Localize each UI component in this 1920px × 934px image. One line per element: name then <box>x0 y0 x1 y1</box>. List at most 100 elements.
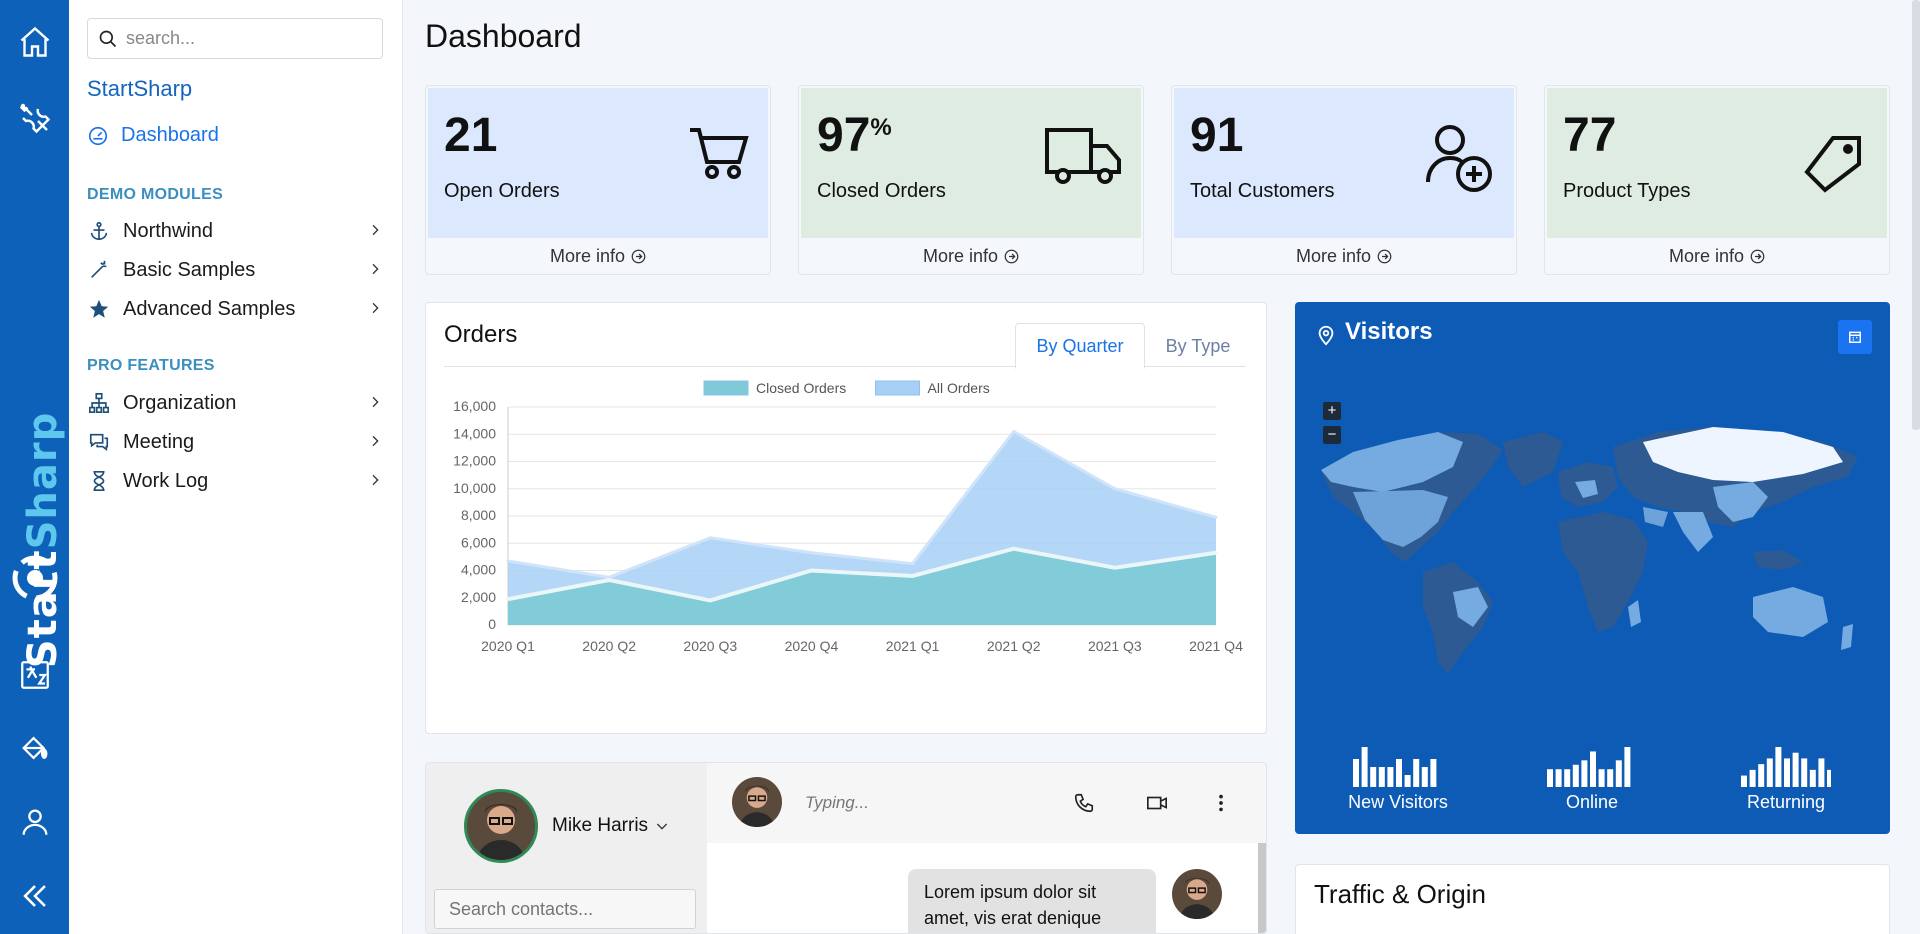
x-tick-label: 2021 Q1 <box>886 638 940 654</box>
chevron-right-icon <box>372 435 379 447</box>
spark-bar <box>1404 775 1411 787</box>
user-icon[interactable] <box>0 792 69 852</box>
traffic-panel: Traffic & Origin <box>1295 864 1890 934</box>
stat-label: Open Orders <box>444 180 560 202</box>
spark-bar <box>1555 769 1562 787</box>
chat-scrollbar[interactable] <box>1258 843 1266 933</box>
chevron-right-icon <box>372 302 379 314</box>
org-chart-icon <box>87 391 111 415</box>
spark-bar <box>1396 759 1402 787</box>
sidebar-item-label: Advanced Samples <box>123 297 296 320</box>
chevron-down-icon <box>656 823 668 830</box>
tag-icon <box>1803 134 1863 199</box>
star-icon <box>87 297 111 321</box>
world-map[interactable] <box>1313 412 1873 682</box>
sidebar-brand[interactable]: StartSharp <box>87 76 192 102</box>
stat-card-product-types: 77 Product Types More info <box>1544 85 1890 275</box>
user-name: Mike Harris <box>552 815 649 836</box>
more-vertical-icon[interactable] <box>1217 792 1225 814</box>
more-info-link[interactable]: More info <box>426 238 770 274</box>
stat-value: 97% <box>817 109 892 162</box>
sidebar-item-label: Dashboard <box>121 124 219 146</box>
spark-bar <box>1818 758 1825 787</box>
sidebar: StartSharp Dashboard DEMO MODULES Northw… <box>69 0 403 934</box>
phone-icon[interactable] <box>1073 792 1095 814</box>
y-tick-label: 2,000 <box>461 589 496 605</box>
user-menu[interactable]: Mike Harris <box>552 815 670 837</box>
sidebar-item-meeting[interactable]: Meeting <box>87 425 393 459</box>
search-contacts-input[interactable] <box>434 889 696 929</box>
stat-card-body: 77 Product Types <box>1547 88 1887 238</box>
collapse-icon[interactable] <box>0 866 69 926</box>
chevron-right-icon <box>372 474 379 486</box>
chat-message-bubble: Lorem ipsum dolor sit amet, vis erat den… <box>908 869 1156 933</box>
data-point <box>506 559 510 563</box>
spark-bar <box>1766 758 1773 787</box>
y-tick-label: 14,000 <box>453 425 496 441</box>
spark-bar <box>1387 767 1394 787</box>
more-info-link[interactable]: More info <box>1172 238 1516 274</box>
sidebar-item-work-log[interactable]: Work Log <box>87 464 393 498</box>
more-info-link[interactable]: More info <box>1545 238 1889 274</box>
tools-icon[interactable] <box>0 88 69 148</box>
calendar-icon <box>1849 331 1861 343</box>
data-point <box>809 569 813 572</box>
stat-value: 91 <box>1190 109 1244 162</box>
orders-chart: 0 2,000 4,000 6,000 8,000 10,000 12,000 14,000 1… <box>453 380 1243 654</box>
data-point <box>506 597 510 601</box>
spark-bar <box>1792 752 1799 787</box>
sidebar-item-label: Organization <box>123 391 237 414</box>
video-icon[interactable] <box>1145 792 1169 814</box>
search-input[interactable] <box>126 28 356 49</box>
x-tick-label: 2021 Q2 <box>987 638 1041 654</box>
x-tick-label: 2020 Q4 <box>785 638 839 654</box>
sidebar-item-basic-samples[interactable]: Basic Samples <box>87 253 393 287</box>
spark-bar <box>1809 769 1816 787</box>
y-tick-label: 0 <box>488 616 496 632</box>
stat-label: Total Customers <box>1190 180 1335 202</box>
sidebar-item-advanced-samples[interactable]: Advanced Samples <box>87 292 393 326</box>
left-rail: StartSharp <box>0 0 69 934</box>
calendar-button[interactable] <box>1838 320 1872 354</box>
stat-label: Closed Orders <box>817 180 946 202</box>
tab-by-quarter[interactable]: By Quarter <box>1015 323 1145 369</box>
stat-value: 21 <box>444 109 498 162</box>
orders-panel: Orders By Quarter By Type 0 2,000 4,000 6,0… <box>425 302 1267 734</box>
hourglass-icon <box>87 469 111 493</box>
spark-bar <box>1547 769 1553 787</box>
legend-swatch <box>875 380 920 396</box>
avatar <box>1172 869 1222 919</box>
sidebar-item-organization[interactable]: Organization <box>87 386 393 420</box>
chevron-right-icon <box>372 396 379 408</box>
spark-bar <box>1564 769 1571 787</box>
home-icon[interactable] <box>0 12 69 72</box>
data-point <box>1012 547 1016 551</box>
tab-by-type[interactable]: By Type <box>1145 323 1251 369</box>
avatar[interactable] <box>464 789 538 863</box>
arrow-circle-icon <box>631 249 646 263</box>
traffic-title: Traffic & Origin <box>1314 879 1486 909</box>
sidebar-item-dashboard[interactable]: Dashboard <box>87 124 219 147</box>
section-label-demo: DEMO MODULES <box>87 186 224 203</box>
online-sparkline <box>1547 747 1631 787</box>
page-scrollbar[interactable] <box>1912 0 1920 430</box>
stat-card-body: 21 Open Orders <box>428 88 768 238</box>
y-tick-label: 10,000 <box>453 480 496 496</box>
y-tick-label: 12,000 <box>453 453 496 469</box>
search-box <box>87 18 383 59</box>
more-info-link[interactable]: More info <box>799 238 1143 274</box>
x-tick-label: 2020 Q3 <box>683 638 737 654</box>
chevron-right-icon <box>372 263 379 275</box>
spark-bar <box>1607 769 1614 787</box>
paint-bucket-icon[interactable] <box>0 718 69 778</box>
spark-bar <box>1353 759 1359 787</box>
sidebar-item-northwind[interactable]: Northwind <box>87 214 393 248</box>
arrow-circle-icon <box>1004 249 1019 263</box>
spark-bar <box>1421 767 1428 787</box>
x-tick-label: 2020 Q1 <box>481 638 535 654</box>
magic-wand-icon <box>87 258 111 282</box>
data-point <box>1012 430 1016 434</box>
new-visitors-sparkline <box>1353 747 1437 787</box>
translate-icon[interactable] <box>0 645 69 705</box>
x-tick-label: 2021 Q3 <box>1088 638 1142 654</box>
